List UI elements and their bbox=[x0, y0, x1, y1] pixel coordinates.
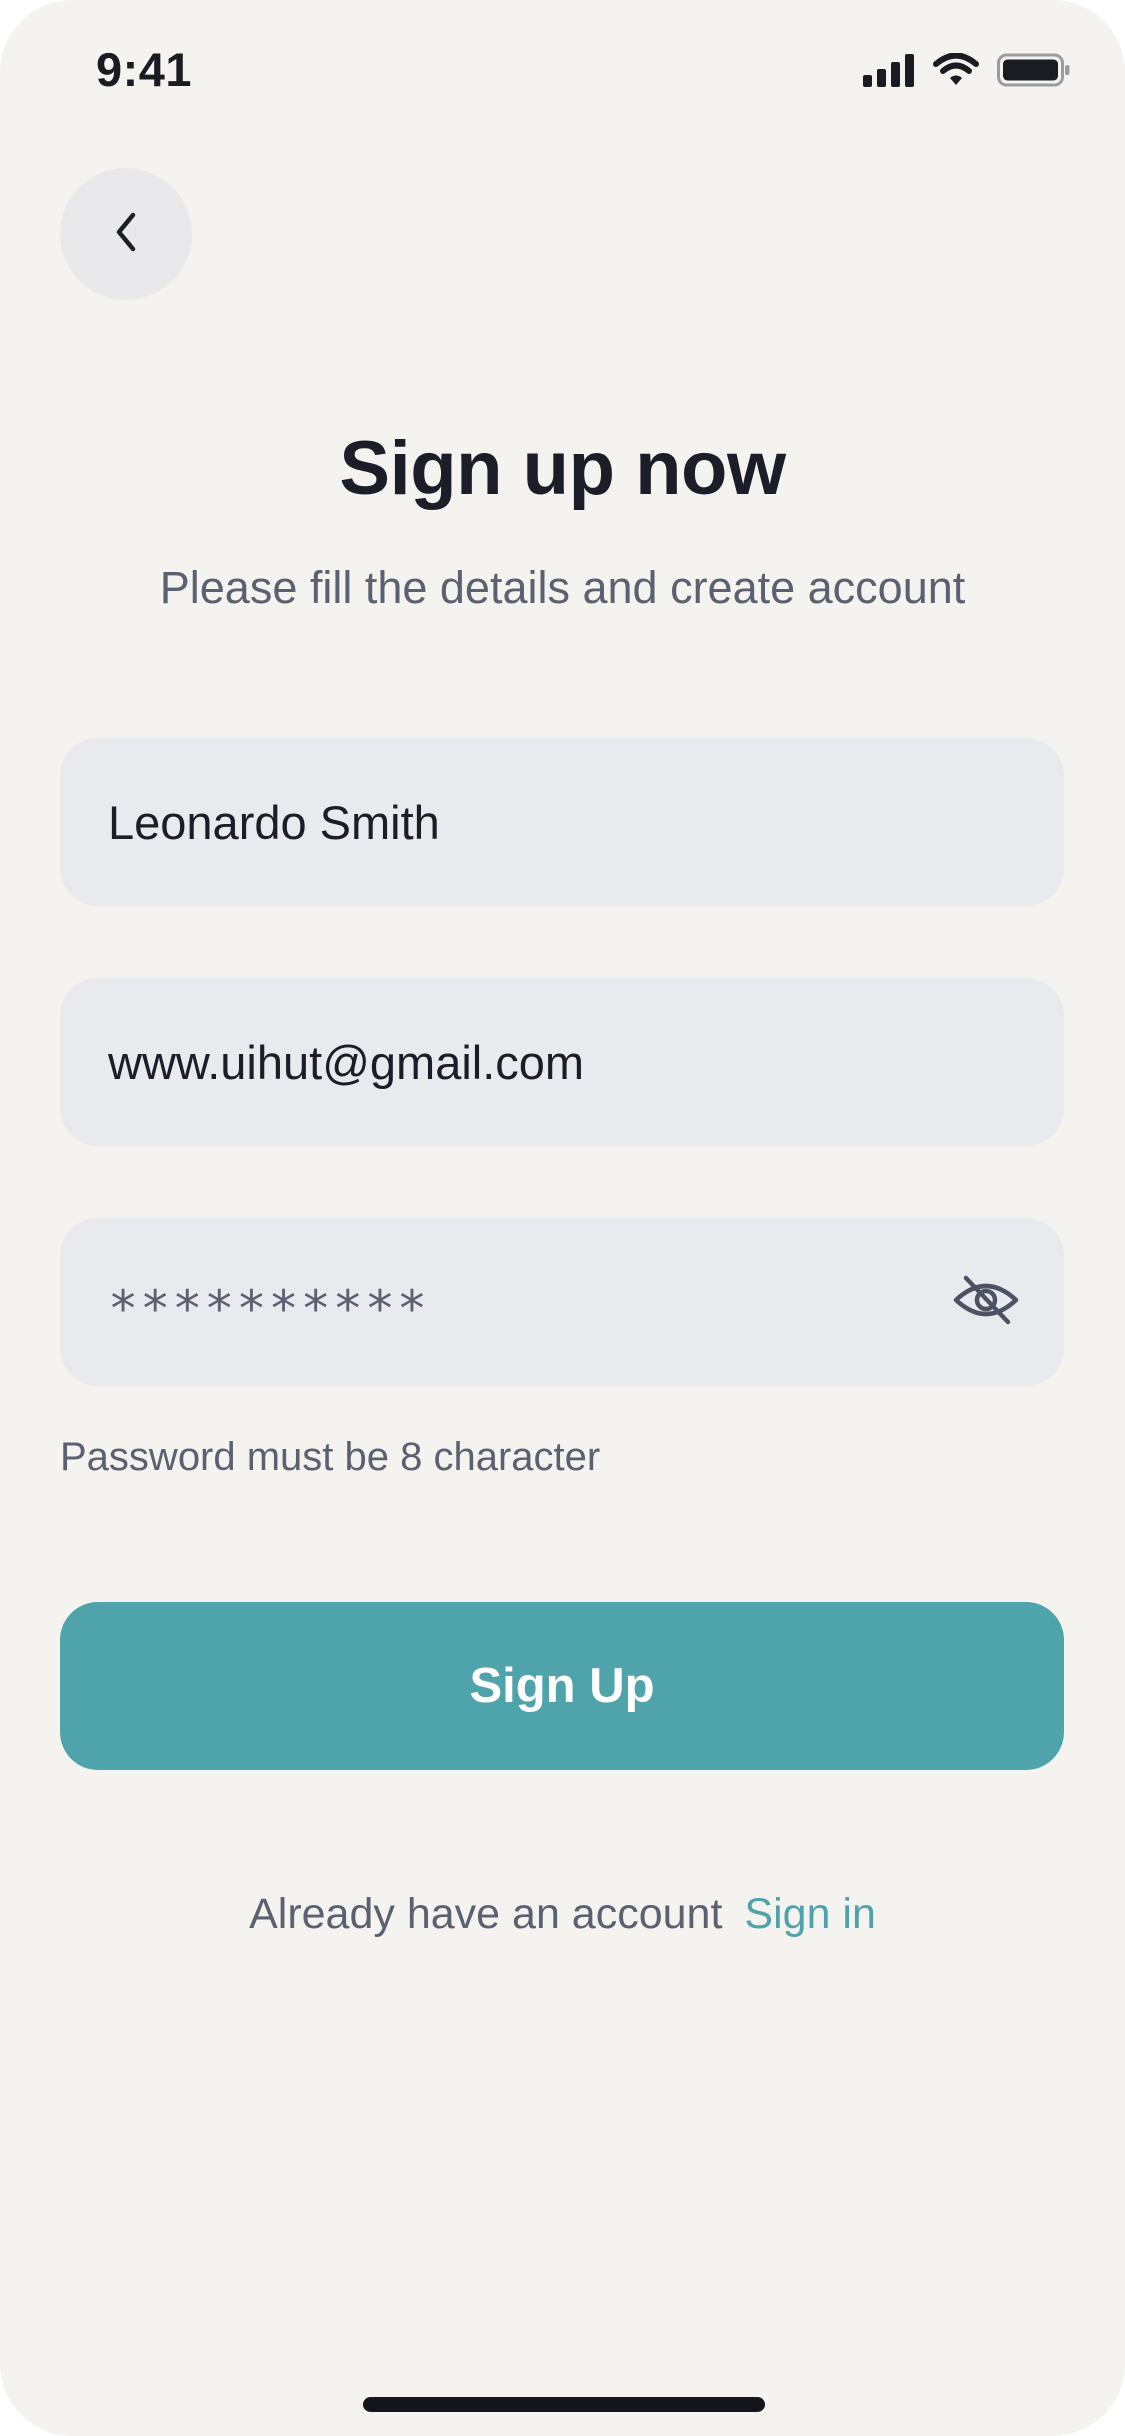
email-input[interactable] bbox=[108, 1034, 1016, 1090]
sign-in-link[interactable]: Sign in bbox=[744, 1890, 875, 1938]
name-input[interactable] bbox=[108, 794, 1016, 850]
cellular-signal-icon bbox=[863, 53, 915, 92]
eye-slash-icon bbox=[952, 1272, 1020, 1333]
password-field[interactable]: ********** bbox=[60, 1218, 1064, 1386]
status-time: 9:41 bbox=[96, 43, 193, 96]
page-title: Sign up now bbox=[339, 426, 786, 511]
back-button[interactable] bbox=[60, 168, 192, 300]
email-field[interactable] bbox=[60, 978, 1064, 1146]
password-helper-text: Password must be 8 character bbox=[60, 1435, 601, 1479]
chevron-left-icon bbox=[112, 210, 140, 259]
page-subtitle: Please fill the details and create accou… bbox=[159, 562, 966, 613]
name-field[interactable] bbox=[60, 738, 1064, 906]
password-visibility-toggle[interactable] bbox=[950, 1266, 1022, 1338]
wifi-icon bbox=[933, 52, 979, 92]
sign-in-prompt: Already have an account bbox=[249, 1890, 723, 1938]
password-input[interactable]: ********** bbox=[108, 1266, 950, 1338]
sign-in-row: Already have an account Sign in bbox=[0, 1890, 1125, 1939]
status-icons bbox=[863, 52, 1071, 92]
sign-up-screen: 9:41 Sign up now Please fill the details… bbox=[0, 0, 1125, 2436]
battery-icon bbox=[997, 53, 1071, 92]
sign-up-button[interactable]: Sign Up bbox=[60, 1602, 1064, 1770]
home-indicator[interactable] bbox=[363, 2397, 765, 2412]
